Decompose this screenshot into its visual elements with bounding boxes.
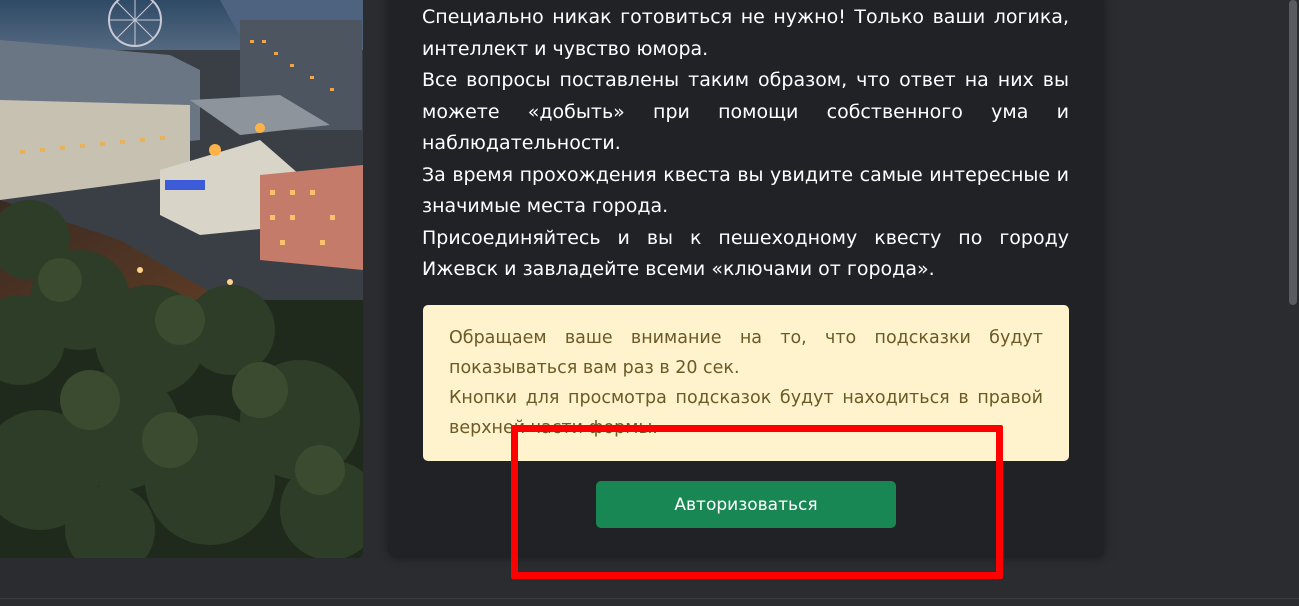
authorize-button[interactable]: Авторизоваться: [596, 481, 896, 528]
hint-notice-alert: Обращаем ваше внимание на то, что подска…: [423, 305, 1069, 461]
city-night-photo: [0, 0, 363, 558]
page: Специально никак готовиться не нужно! То…: [0, 0, 1299, 606]
scrollbar-thumb[interactable]: [1289, 0, 1297, 305]
intro-paragraph: Присоединяйтесь и вы к пешеходному квест…: [422, 226, 1069, 281]
quest-info-card: Специально никак готовиться не нужно! То…: [388, 0, 1104, 558]
intro-paragraph: За время прохождения квеста вы увидите с…: [422, 163, 1069, 218]
intro-paragraph: Все вопросы поставлены таким образом, чт…: [422, 69, 1069, 154]
intro-paragraph: Специально никак готовиться не нужно! То…: [422, 6, 1069, 60]
intro-text: Специально никак готовиться не нужно! То…: [422, 2, 1069, 286]
divider: [0, 598, 1299, 599]
notice-paragraph: Обращаем ваше внимание на то, что подска…: [449, 328, 1043, 378]
notice-paragraph: Кнопки для просмотра подсказок будут нах…: [449, 388, 1043, 438]
